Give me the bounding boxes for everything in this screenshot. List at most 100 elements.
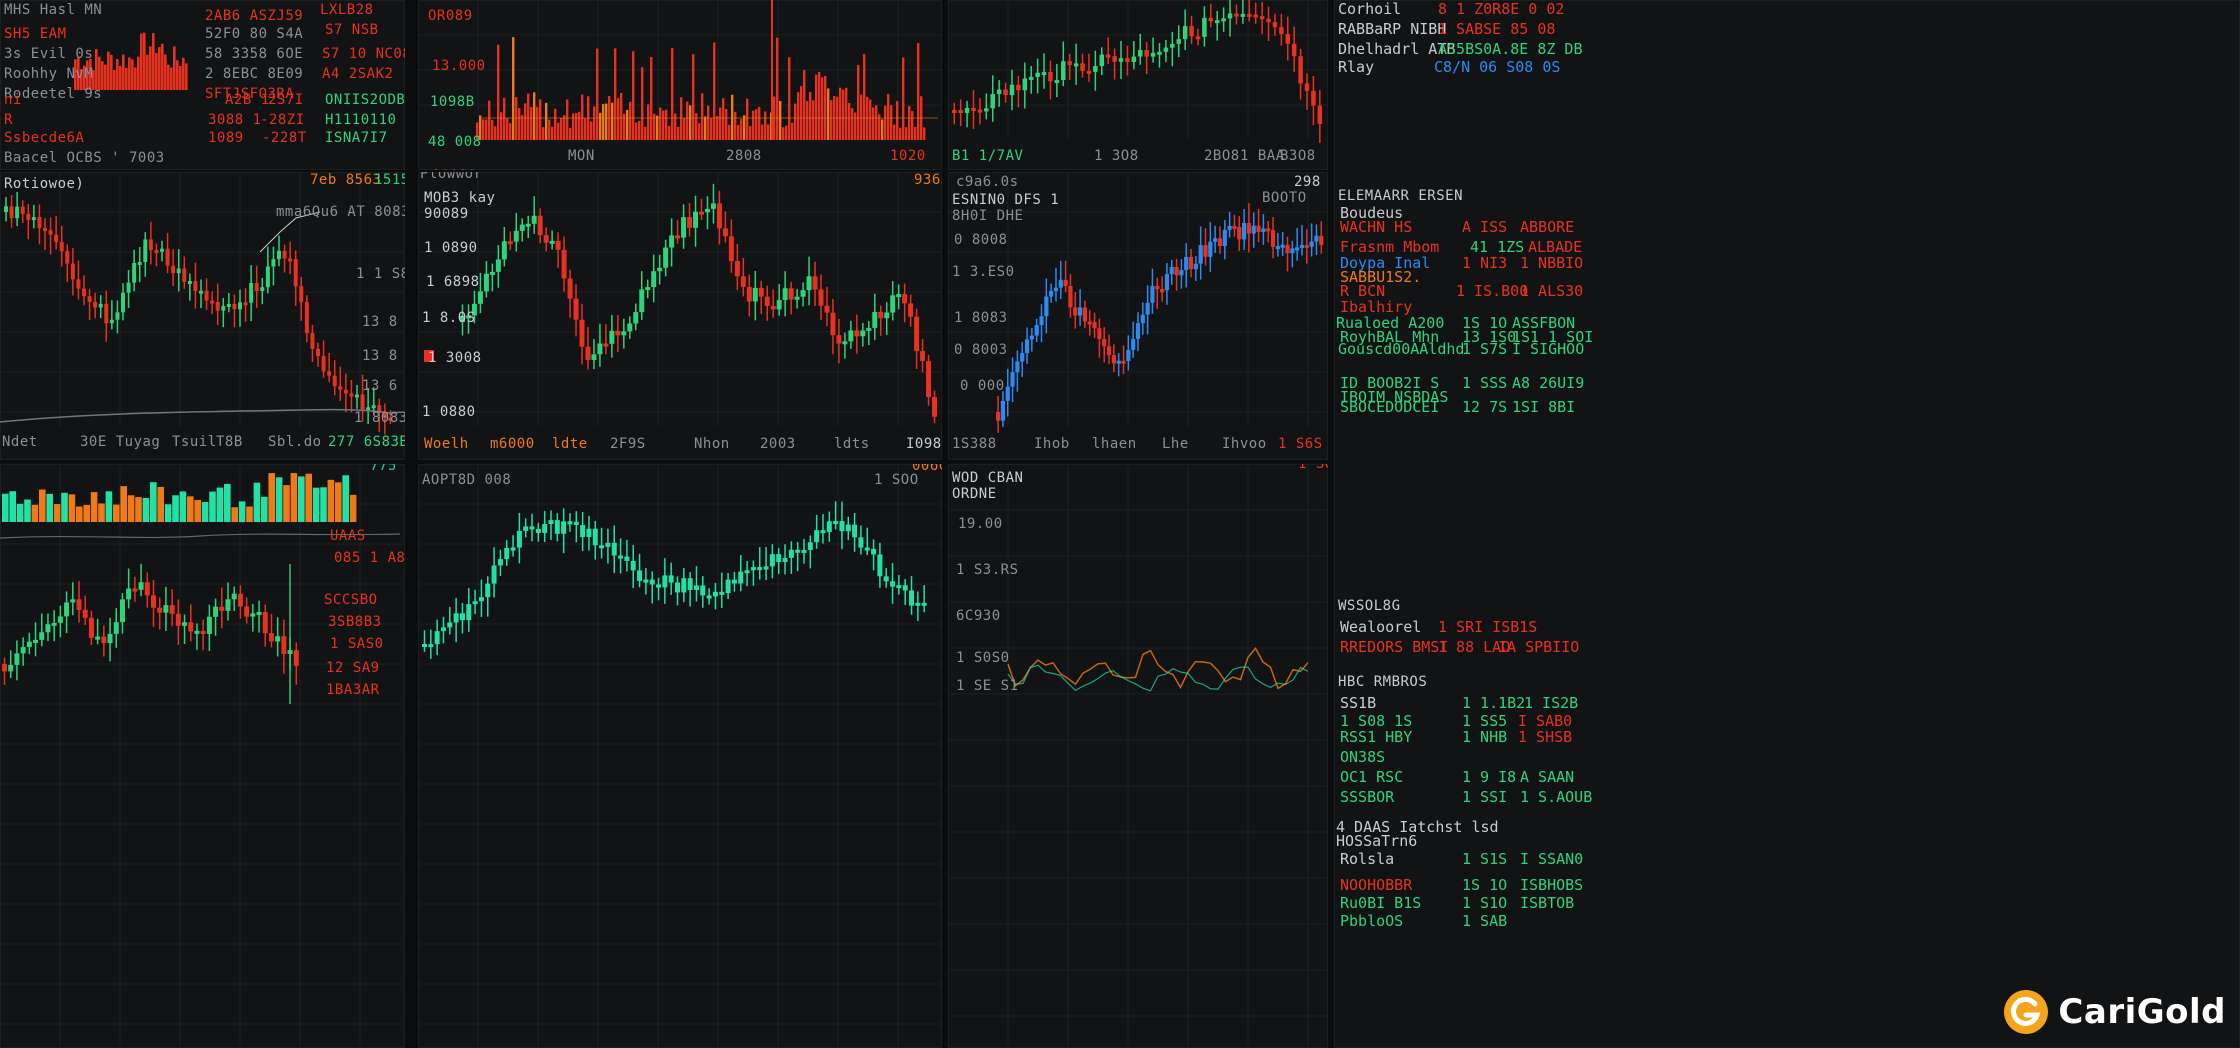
candle-body — [909, 590, 915, 606]
volume-bar — [122, 54, 125, 90]
watch-name[interactable]: PbbloOS — [1340, 912, 1403, 930]
ticker-name: 3s Evil 0s — [4, 46, 94, 62]
candle-body — [624, 556, 630, 561]
candle-body — [1138, 50, 1143, 57]
candle-body — [1275, 246, 1280, 250]
volume-bar — [509, 123, 512, 140]
candle-body — [1202, 17, 1207, 37]
watch-name[interactable]: Ru0BI B1S — [1340, 894, 1421, 912]
candle-body — [327, 371, 332, 376]
candle-body — [693, 211, 699, 228]
candle-body — [645, 287, 651, 291]
watch-name[interactable]: SBOCEDODCEI — [1340, 398, 1439, 416]
candle-body — [1169, 267, 1174, 275]
candle-body — [199, 290, 203, 294]
watch-value: 8 1 Z0R8E 0 02 — [1438, 0, 1565, 18]
candle-body — [1319, 235, 1324, 246]
watch-change: 1 S.AOUB — [1520, 788, 1593, 806]
y-tick: 1 S3.RS — [956, 562, 1019, 578]
candle-body — [1203, 245, 1208, 257]
carigold-logo[interactable]: CariGold — [2004, 988, 2226, 1036]
watch-name[interactable]: OC1 RSC — [1340, 768, 1403, 786]
volume-bar — [554, 108, 557, 140]
watch-name[interactable]: Rolsla — [1340, 850, 1394, 868]
volume-bar — [104, 64, 107, 90]
candle-body — [163, 605, 169, 613]
y-tick: 13 8 — [362, 314, 398, 330]
watch-name[interactable]: WACHN HS — [1340, 218, 1412, 236]
candle-body — [188, 622, 194, 632]
watch-value: 1 S1S — [1462, 850, 1508, 868]
candle-body — [567, 521, 573, 525]
volume-bar — [533, 92, 536, 140]
candle-body — [119, 599, 125, 623]
volume-bar — [761, 124, 764, 140]
header-value: 7eb 8563 — [310, 172, 382, 188]
volume-bar — [572, 113, 575, 140]
watch-name[interactable]: Rlay — [1338, 58, 1374, 76]
volume-bar — [158, 47, 161, 90]
volume-bar — [128, 57, 131, 90]
candle-body — [1135, 323, 1141, 339]
volume-bar — [116, 59, 119, 90]
watch-name[interactable]: HOSSaTrn6 — [1336, 832, 1417, 850]
candle-body — [820, 530, 826, 534]
watch-name[interactable]: RABBaRP NIBH — [1338, 20, 1446, 38]
candle-body — [1078, 307, 1083, 316]
y-tick: 1 6898 — [426, 274, 480, 290]
candle-body — [866, 327, 872, 331]
volume-bar — [848, 102, 851, 140]
watch-name[interactable]: SSSBOR — [1340, 788, 1394, 806]
volume-bar — [830, 100, 833, 140]
volume-bar — [119, 65, 122, 90]
candle-body — [1266, 18, 1271, 23]
volume-bar — [695, 113, 698, 140]
volume-bar — [614, 48, 617, 140]
candles-centre — [418, 172, 942, 427]
candle-body — [1317, 105, 1323, 124]
watch-value: A ISS — [1462, 218, 1508, 236]
x-tick: Nhon — [694, 436, 730, 452]
candle-body — [1112, 56, 1117, 62]
corner-value: 1 SOS — [1298, 464, 1328, 472]
candle-body — [1140, 314, 1145, 324]
watch-name[interactable]: SS1B — [1340, 694, 1376, 712]
watch-name[interactable]: Gouscd00AAldhd — [1338, 340, 1464, 358]
candle-body — [507, 241, 513, 245]
watch-name[interactable]: ON38S — [1340, 748, 1385, 766]
volume-bar — [545, 102, 548, 140]
watch-name[interactable]: RREDORS BMSI — [1340, 638, 1448, 656]
candle-body — [1261, 228, 1266, 232]
candle-body — [643, 579, 649, 583]
candle-body — [675, 235, 681, 239]
volume-bar — [728, 124, 731, 140]
volume-bar — [182, 57, 185, 90]
candle-body — [1053, 287, 1059, 291]
candle-body — [148, 239, 153, 251]
watch-name[interactable]: NOOHOBBR — [1340, 876, 1412, 894]
candle-body — [548, 520, 554, 525]
watch-name[interactable]: Wealoorel — [1340, 618, 1421, 636]
candle-body — [1000, 400, 1006, 421]
legend-item: 12 SA9 — [326, 660, 380, 676]
candle-body — [710, 203, 716, 209]
candle-body — [194, 630, 200, 634]
volume-bar — [845, 87, 848, 140]
watch-change: IA SPBIIO — [1498, 638, 1580, 656]
watch-change: 1SI 8BI — [1512, 398, 1576, 416]
candle-body — [573, 298, 579, 320]
watch-name[interactable]: RSS1 HBY — [1340, 728, 1412, 746]
volume-bar — [923, 127, 926, 140]
ticker-change: LXLB28 — [320, 2, 374, 18]
candle-body — [1058, 279, 1063, 288]
volume-bar — [542, 127, 545, 140]
watch-value: 1 SSI — [1462, 788, 1508, 806]
volume-bar — [746, 98, 749, 140]
volume-bar — [890, 105, 893, 140]
candle-body — [704, 208, 710, 213]
candle-body — [1044, 296, 1049, 317]
candle-body — [121, 292, 125, 313]
watch-name[interactable]: Corhoil — [1338, 0, 1401, 18]
watch-value: 1 SABSE 85 08 — [1438, 20, 1556, 38]
ticker-change: A4 2SAK2 — [322, 66, 394, 82]
